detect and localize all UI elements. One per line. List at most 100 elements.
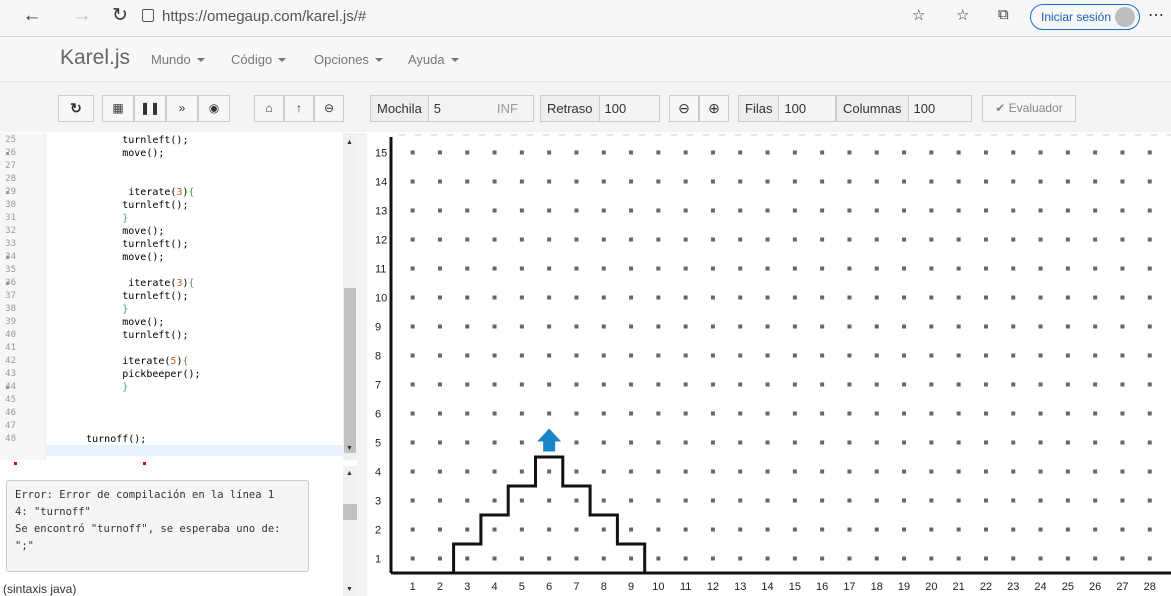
- grid-dot: [929, 208, 934, 213]
- grid-dot: [437, 527, 442, 532]
- error-scrollbar[interactable]: ▲ ▼: [343, 466, 357, 596]
- code-line[interactable]: turnleft();: [50, 200, 188, 211]
- evaluador-button[interactable]: ✔ Evaluador: [982, 95, 1076, 122]
- row-label: 6: [375, 409, 381, 421]
- grid-dot: [710, 440, 715, 445]
- code-editor[interactable]: 25 26 27 28 29 30 31 32 33 34 35 36 37 38 39 40 41 42 43 44…: [0, 133, 343, 460]
- grid-dot: [820, 527, 825, 532]
- error-line: Error: Error de compilación en la línea …: [15, 489, 275, 501]
- grid-dot: [983, 150, 988, 155]
- grid-dot: [1120, 527, 1125, 532]
- column-label: 20: [925, 581, 937, 593]
- grid-dot: [1120, 498, 1125, 503]
- columnas-field[interactable]: Columnas 100: [836, 95, 972, 122]
- forward-icon[interactable]: →: [70, 4, 94, 28]
- grid-dot: [547, 411, 552, 416]
- increase-delay-button[interactable]: ⊕: [699, 95, 729, 122]
- editor-scrollbar[interactable]: ▲ ▼: [343, 133, 357, 460]
- grid-dot: [629, 556, 634, 561]
- mochila-field[interactable]: Mochila 5 INF: [370, 95, 534, 122]
- code-line[interactable]: pickbeeper();: [50, 369, 200, 380]
- fast-forward-button[interactable]: »: [166, 95, 198, 122]
- code-line[interactable]: turnleft();: [50, 291, 188, 302]
- code-line[interactable]: }: [50, 304, 128, 315]
- menu-codigo[interactable]: Código: [231, 52, 287, 67]
- code-line[interactable]: turnleft();: [50, 330, 188, 341]
- error-scroll-thumb[interactable]: [343, 504, 357, 520]
- filas-field[interactable]: Filas 100: [738, 95, 836, 122]
- menu-ayuda[interactable]: Ayuda: [408, 52, 459, 67]
- grid-dot: [656, 324, 661, 329]
- grid-dot: [710, 498, 715, 503]
- favorites-icon[interactable]: ☆: [956, 6, 969, 24]
- pane-divider[interactable]: [357, 133, 367, 596]
- code-line[interactable]: iterate(5){: [50, 356, 188, 367]
- editor-scroll-thumb[interactable]: [344, 288, 356, 453]
- line-number: 25: [5, 135, 16, 145]
- code-line[interactable]: move();: [50, 148, 164, 159]
- compile-button[interactable]: ▦: [102, 95, 134, 122]
- brand-title[interactable]: Karel.js: [60, 46, 130, 70]
- collections-icon[interactable]: ⧉: [998, 6, 1009, 23]
- grid-dot: [956, 527, 961, 532]
- grid-dot: [683, 469, 688, 474]
- code-line[interactable]: turnleft();: [50, 135, 188, 146]
- code-line[interactable]: move();: [50, 252, 164, 263]
- grid-dot: [410, 266, 415, 271]
- signin-button[interactable]: Iniciar sesión: [1030, 4, 1140, 30]
- menu-opciones[interactable]: Opciones: [314, 52, 383, 67]
- more-icon[interactable]: ⋯: [1148, 5, 1164, 25]
- inf-button[interactable]: INF: [497, 96, 518, 121]
- grid-dot: [547, 469, 552, 474]
- grid-dot: [547, 324, 552, 329]
- decrease-delay-button[interactable]: ⊖: [669, 95, 699, 122]
- grid-dot: [1093, 295, 1098, 300]
- code-line[interactable]: iterate(3){: [50, 278, 194, 289]
- line-number: 29: [5, 187, 16, 197]
- grid-dot: [792, 295, 797, 300]
- grid-dot: [492, 382, 497, 387]
- code-line[interactable]: }: [50, 382, 128, 393]
- grid-dot: [983, 469, 988, 474]
- pause-button[interactable]: ❚❚: [134, 95, 166, 122]
- grid-dot: [820, 556, 825, 561]
- grid-dot: [956, 556, 961, 561]
- grid-dot: [983, 440, 988, 445]
- menu-mundo[interactable]: Mundo: [151, 52, 205, 67]
- grid-dot: [465, 237, 470, 242]
- code-line[interactable]: turnoff();: [50, 434, 146, 445]
- grid-dot: [738, 208, 743, 213]
- address-bar[interactable]: https://omegaup.com/karel.js/#: [142, 5, 872, 29]
- grid-dot: [547, 150, 552, 155]
- grid-dot: [683, 382, 688, 387]
- grid-dot: [437, 440, 442, 445]
- grid-dot: [1065, 324, 1070, 329]
- stop-button[interactable]: ⊖: [314, 95, 344, 122]
- reset-button[interactable]: ↻: [58, 95, 94, 122]
- grid-dot: [765, 179, 770, 184]
- refresh-icon[interactable]: ↻: [108, 4, 132, 28]
- code-line[interactable]: move();: [50, 226, 164, 237]
- karel-toolbar: ↻ ▦ ❚❚ » ◉ ⌂ ↑ ⊖ Mochila 5 INF Retraso 100 …: [0, 82, 1171, 132]
- forward-arrow-button[interactable]: ↑: [284, 95, 314, 122]
- code-line[interactable]: }: [50, 213, 128, 224]
- grid-dot: [765, 266, 770, 271]
- grid-dot: [1038, 469, 1043, 474]
- home-button[interactable]: ⌂: [254, 95, 284, 122]
- back-icon[interactable]: ←: [20, 4, 44, 28]
- grid-dot: [1038, 237, 1043, 242]
- karel-world[interactable]: 1615141312111098765432112345678910111213…: [367, 133, 1171, 596]
- grid-dot: [519, 324, 524, 329]
- favorite-add-icon[interactable]: ☆: [912, 6, 925, 24]
- code-line[interactable]: turnleft();: [50, 239, 188, 250]
- grid-dot: [601, 411, 606, 416]
- code-line[interactable]: move();: [50, 317, 164, 328]
- code-line[interactable]: iterate(3){: [50, 187, 194, 198]
- grid-dot: [410, 556, 415, 561]
- grid-dot: [710, 469, 715, 474]
- grid-dot: [1093, 469, 1098, 474]
- view-button[interactable]: ◉: [198, 95, 230, 122]
- filas-input: 100: [784, 101, 807, 116]
- retraso-field[interactable]: Retraso 100: [540, 95, 660, 122]
- column-label: 2: [437, 581, 443, 593]
